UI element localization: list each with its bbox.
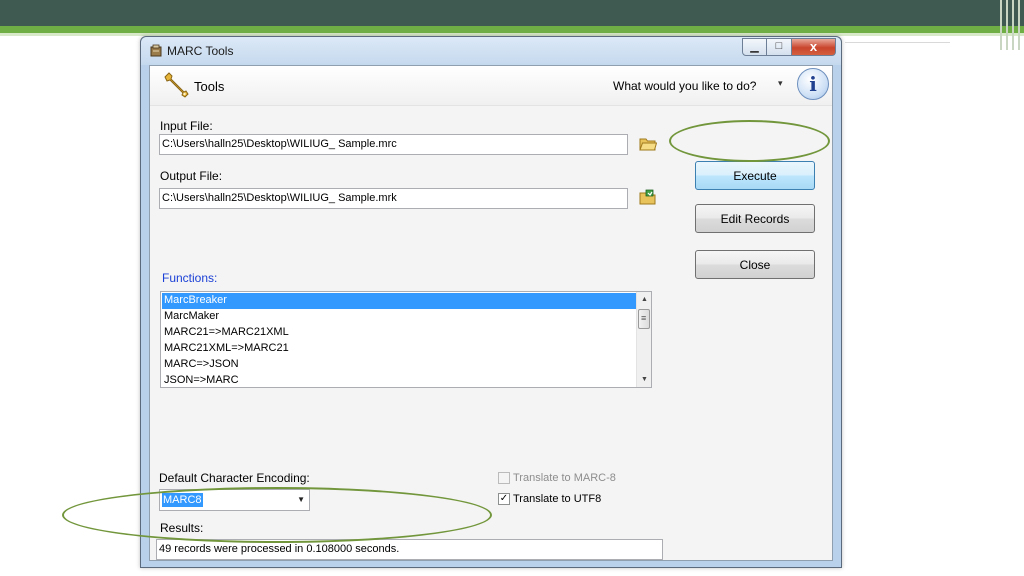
input-file-label: Input File: bbox=[160, 119, 213, 133]
scroll-up-icon[interactable]: ▲ bbox=[637, 292, 651, 307]
translate-utf8-label: Translate to UTF8 bbox=[513, 493, 602, 505]
info-icon[interactable]: i bbox=[797, 68, 829, 100]
output-file-field[interactable]: C:\Users\halln25\Desktop\WILIUG_ Sample.… bbox=[159, 188, 628, 209]
window-controls: ▁ □ x bbox=[742, 38, 836, 56]
title-bar[interactable]: MARC Tools ▁ □ x bbox=[141, 37, 841, 65]
marc-tools-window: MARC Tools ▁ □ x Tools What would you li… bbox=[140, 36, 842, 568]
list-item[interactable]: MARC=>JSON bbox=[162, 357, 637, 373]
output-file-label: Output File: bbox=[160, 169, 223, 183]
execute-button[interactable]: Execute bbox=[695, 161, 815, 190]
scroll-thumb[interactable] bbox=[638, 309, 650, 329]
list-item[interactable]: JSON=>MARC bbox=[162, 373, 637, 387]
chevron-down-icon[interactable]: ▼ bbox=[297, 495, 305, 504]
maximize-icon: □ bbox=[775, 40, 783, 52]
translate-utf8-checkbox[interactable]: ✓ bbox=[498, 493, 510, 505]
list-item[interactable]: MarcBreaker bbox=[162, 293, 637, 309]
functions-scrollbar[interactable]: ▲ ▼ bbox=[636, 292, 651, 387]
translate-marc8-checkbox bbox=[498, 472, 510, 484]
input-file-field[interactable]: C:\Users\halln25\Desktop\WILIUG_ Sample.… bbox=[159, 134, 628, 155]
slide-accent-stripe bbox=[0, 26, 1024, 33]
app-icon bbox=[150, 44, 162, 57]
list-item[interactable]: MarcMaker bbox=[162, 309, 637, 325]
functions-list[interactable]: MarcBreaker MarcMaker MARC21=>MARC21XML … bbox=[160, 291, 652, 388]
close-window-button[interactable]: x bbox=[792, 38, 836, 56]
slide-corner-decoration bbox=[984, 0, 1024, 60]
list-item[interactable]: MARC21=>MARC21XML bbox=[162, 325, 637, 341]
action-dropdown[interactable]: What would you like to do? bbox=[613, 79, 756, 93]
window-title: MARC Tools bbox=[167, 44, 234, 58]
wrench-icon bbox=[164, 72, 189, 98]
slide-rule bbox=[845, 42, 950, 43]
close-button[interactable]: Close bbox=[695, 250, 815, 279]
list-item[interactable]: MARC21XML=>MARC21 bbox=[162, 341, 637, 357]
translate-marc8-label: Translate to MARC-8 bbox=[513, 472, 616, 484]
scroll-down-icon[interactable]: ▼ bbox=[637, 372, 651, 387]
results-field[interactable]: 49 records were processed in 0.108000 se… bbox=[156, 539, 663, 560]
translate-utf8-option[interactable]: ✓ Translate to UTF8 bbox=[498, 493, 601, 505]
encoding-select[interactable]: MARC8 ▼ bbox=[159, 489, 310, 511]
minimize-button[interactable]: ▁ bbox=[742, 38, 767, 56]
maximize-button[interactable]: □ bbox=[767, 38, 792, 56]
slide-header-band bbox=[0, 0, 1024, 26]
toolbar: Tools What would you like to do? ▾ i bbox=[150, 66, 832, 106]
results-label: Results: bbox=[160, 521, 204, 535]
folder-open-icon[interactable] bbox=[639, 136, 657, 152]
edit-records-button[interactable]: Edit Records bbox=[695, 204, 815, 233]
encoding-value: MARC8 bbox=[162, 493, 203, 507]
folder-save-icon[interactable] bbox=[639, 189, 657, 205]
close-icon: x bbox=[809, 39, 818, 54]
functions-label: Functions: bbox=[162, 271, 218, 285]
translate-marc8-option: Translate to MARC-8 bbox=[498, 472, 616, 484]
minimize-icon: ▁ bbox=[750, 41, 759, 53]
tools-label: Tools bbox=[194, 79, 225, 94]
encoding-label: Default Character Encoding: bbox=[159, 471, 310, 485]
chevron-down-icon[interactable]: ▾ bbox=[778, 78, 783, 89]
client-area: Tools What would you like to do? ▾ i Inp… bbox=[149, 65, 833, 561]
